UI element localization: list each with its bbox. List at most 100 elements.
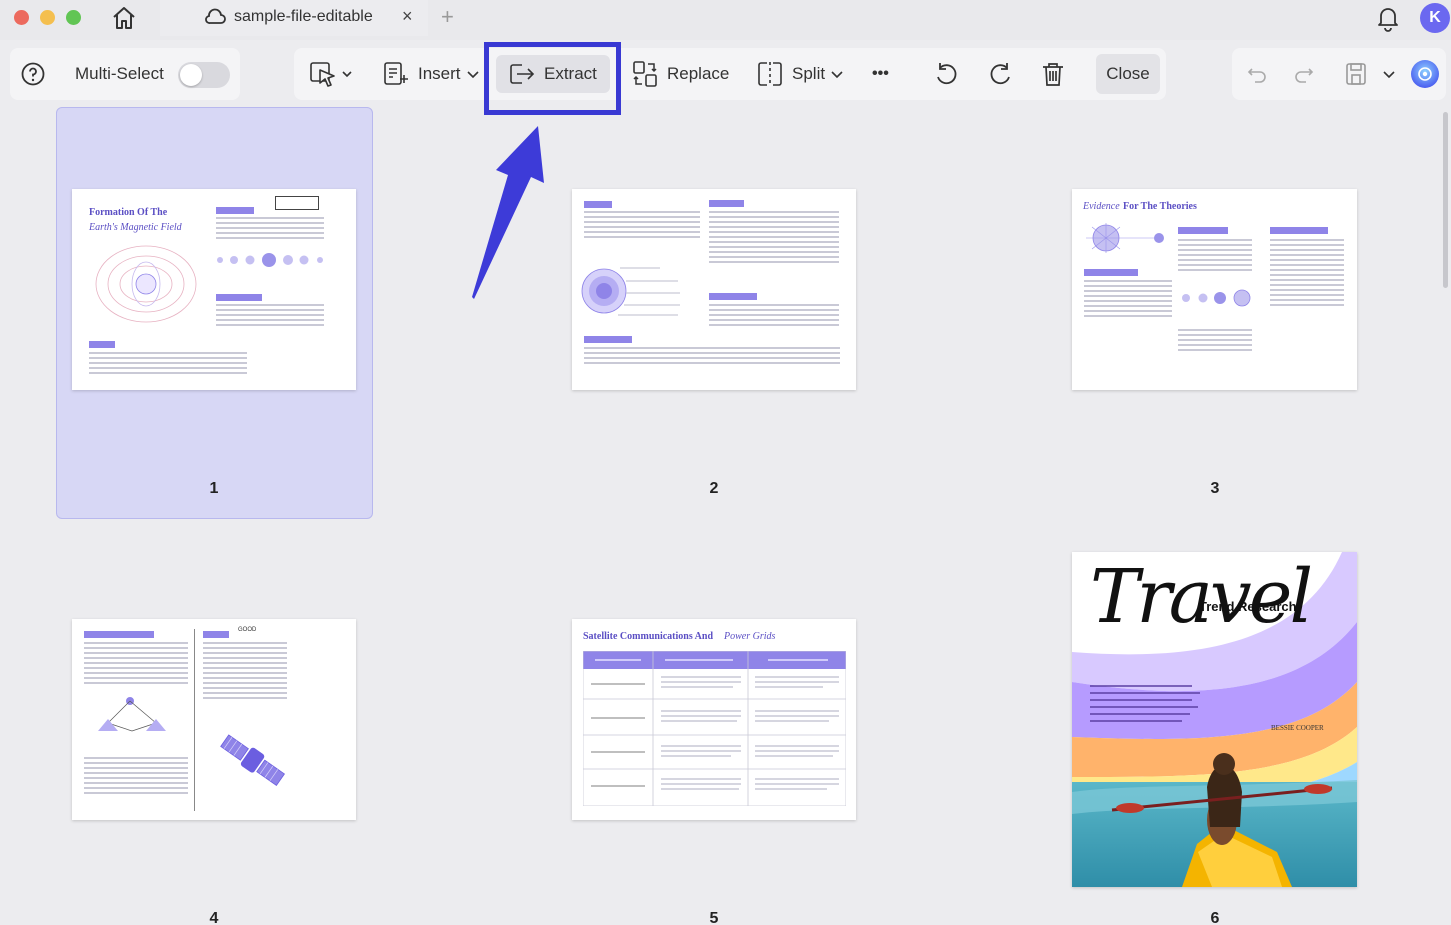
page-5-thumbnail[interactable]: Satellite Communications And Power Grids [572,619,856,820]
empty-box [275,196,319,210]
section-tag [584,336,632,343]
page-3-thumbnail[interactable]: Evidence For The Theories [1072,189,1357,390]
earth-layers-diagram [581,267,680,316]
section-tag [89,341,115,348]
section-tag [584,201,612,208]
section-tag [1084,269,1138,276]
cloud-icon [205,8,226,24]
save-button[interactable] [1344,48,1368,100]
text-block [1084,280,1172,320]
text-block [84,642,188,687]
close-window-button[interactable] [14,10,29,25]
magnetic-field-diagram [95,245,197,323]
insert-label: Insert [418,64,461,83]
page-1-title: Formation Of The [89,207,168,218]
vertical-scrollbar[interactable] [1443,112,1448,288]
column-divider [194,629,195,811]
page-1-number: 1 [209,480,219,497]
tab-close-button[interactable]: × [402,6,413,27]
undo-button[interactable] [1246,48,1268,100]
document-tab[interactable]: sample-file-editable × [160,0,428,36]
planets-row [1182,289,1251,307]
page-4-number: 4 [209,910,219,925]
redo-button[interactable] [1293,48,1315,100]
section-tag [709,200,744,207]
page-3-title: For The Theories [1123,201,1197,212]
ai-assistant-button[interactable] [1410,48,1440,100]
page-2-number: 2 [709,480,719,497]
section-tag [216,207,254,214]
help-button[interactable] [20,48,46,100]
more-options-button[interactable]: ••• [872,48,889,100]
section-tag [709,293,757,300]
delete-button[interactable] [1040,48,1066,100]
select-cursor-icon [310,62,352,87]
rotate-right-button[interactable] [987,48,1015,100]
save-options-button[interactable] [1382,48,1396,100]
home-icon [113,7,135,29]
section-tag [84,631,154,638]
text-block [584,347,840,367]
page-1-thumbnail[interactable]: Formation Of The Earth's Magnetic Field [72,189,356,390]
split-icon [758,62,782,86]
text-block [1270,239,1344,309]
text-block [709,304,839,329]
replace-icon [633,61,657,87]
text-block [216,304,324,329]
page-6-thumbnail[interactable]: Travel Trend Research BESSIE COOPER [1072,552,1357,887]
chevron-down-icon [1383,71,1395,79]
page-5-number: 5 [709,910,719,925]
satellite-illustration [220,734,285,786]
transmission-diagram [98,697,166,732]
replace-button[interactable]: Replace [631,48,729,100]
rotate-left-button[interactable] [932,48,960,100]
notifications-button[interactable] [1375,4,1401,37]
close-button[interactable]: Close [1096,54,1160,94]
zoom-window-button[interactable] [66,10,81,25]
page-5-title: Satellite Communications And [583,631,714,642]
page-4-thumbnail[interactable]: GOOD [72,619,356,820]
planets-row [217,253,323,267]
text-block [584,211,700,241]
tab-title: sample-file-editable [234,8,373,25]
page-6-number: 6 [1210,910,1220,925]
ai-assistant-icon [1411,60,1439,88]
multi-select-toggle[interactable] [178,62,230,88]
title-bar: sample-file-editable × + K [0,0,1451,40]
undo-icon [1247,68,1266,83]
cover-subtitle: Trend Research [1199,599,1297,614]
pointer-arrow-annotation [472,126,544,299]
section-tag [203,631,229,638]
history-group [1232,48,1446,100]
insert-button[interactable]: Insert [380,48,480,100]
save-icon [1346,63,1366,85]
page-3-title-italic: Evidence [1083,201,1120,212]
section-tag [216,294,262,301]
bell-icon [1378,8,1398,32]
extract-highlight-box [484,42,621,115]
page-1-subtitle: Earth's Magnetic Field [89,222,182,233]
page-2-thumbnail[interactable] [572,189,856,390]
text-block [84,757,188,797]
page-5-title-italic: Power Grids [724,631,776,642]
split-label: Split [792,64,826,83]
toggle-knob [180,64,202,86]
section-tag [1270,227,1328,234]
insert-page-icon [384,62,408,85]
rotate-right-icon [990,63,1010,85]
home-button[interactable] [108,3,140,33]
section-tag [1178,227,1228,234]
minimize-window-button[interactable] [40,10,55,25]
multi-select-group: Multi-Select [10,48,240,100]
new-tab-button[interactable]: + [441,4,454,30]
cover-title: Travel [1090,554,1313,640]
text-block [1178,239,1252,274]
text-block [216,217,324,242]
multi-select-label: Multi-Select [75,64,164,83]
split-button[interactable]: Split [756,48,844,100]
page-4-label: GOOD [238,627,257,633]
user-avatar[interactable]: K [1420,3,1450,33]
redo-icon [1295,68,1314,83]
select-tool-button[interactable] [308,48,352,100]
page-3-number: 3 [1210,480,1220,497]
